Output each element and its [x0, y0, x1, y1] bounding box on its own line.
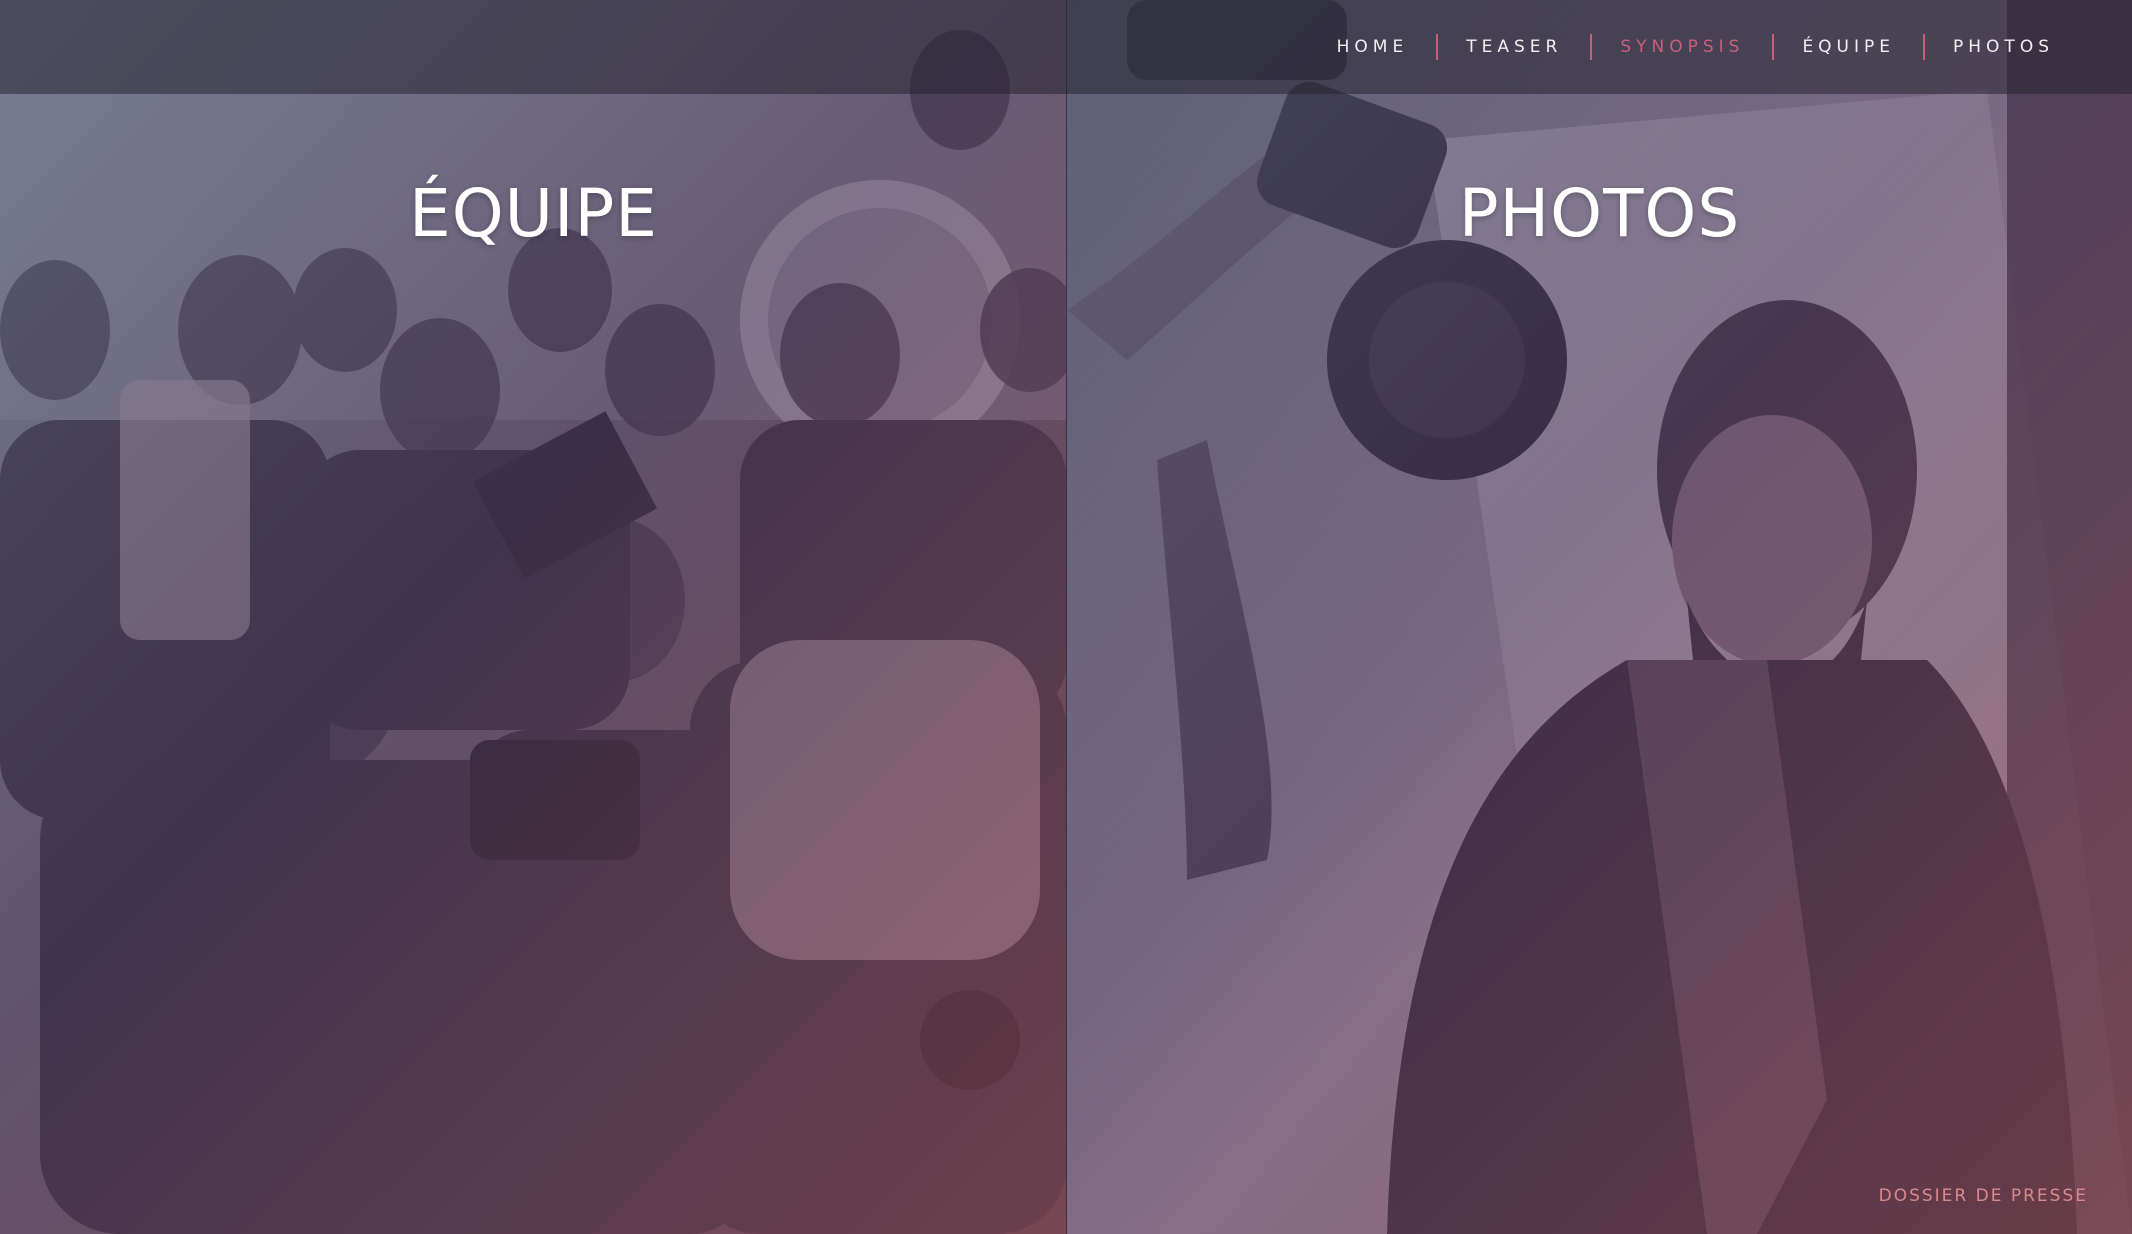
nav-synopsis[interactable]: SYNOPSIS: [1592, 37, 1772, 57]
main-nav: HOME TEASER SYNOPSIS ÉQUIPE PHOTOS: [1309, 0, 2082, 94]
nav-home[interactable]: HOME: [1309, 37, 1437, 57]
nav-teaser[interactable]: TEASER: [1438, 37, 1590, 57]
nav-equipe[interactable]: ÉQUIPE: [1774, 37, 1923, 57]
page: ÉQUIPE PHOTOS HOME TEASER SYNOPSIS ÉQUIP…: [0, 0, 2132, 1234]
equipe-panel[interactable]: ÉQUIPE: [0, 0, 1067, 1234]
nav-photos[interactable]: PHOTOS: [1925, 37, 2082, 57]
equipe-title[interactable]: ÉQUIPE: [0, 175, 1067, 252]
press-kit-link[interactable]: DOSSIER DE PRESSE: [1879, 1186, 2088, 1206]
photos-panel[interactable]: PHOTOS: [1067, 0, 2132, 1234]
photos-title[interactable]: PHOTOS: [1067, 175, 2132, 252]
